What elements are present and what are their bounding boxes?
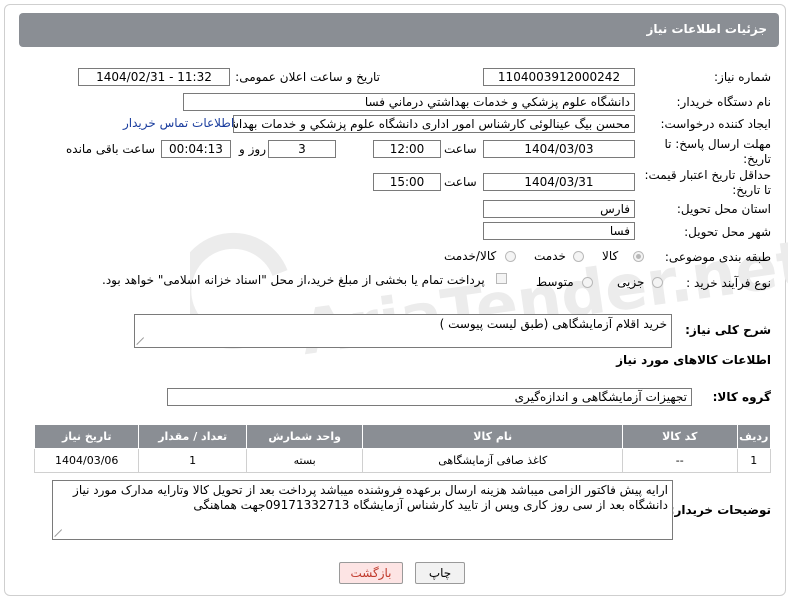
treasury-payment-checkbox[interactable] — [496, 273, 507, 284]
need-number-label: شماره نیاز: — [714, 70, 771, 84]
cell-date: 1404/03/06 — [33, 448, 140, 473]
treasury-payment-note: پرداخت تمام یا بخشی از مبلغ خرید،از محل … — [102, 273, 485, 287]
announce-label: تاریخ و ساعت اعلان عمومی: — [235, 70, 380, 84]
goods-table-header: ردیف کد کالا نام کالا واحد شمارش تعداد /… — [33, 424, 772, 449]
requester-field[interactable]: محسن بیگ عینالوئی کارشناس امور اداری دان… — [233, 115, 635, 133]
goods-table: ردیف کد کالا نام کالا واحد شمارش تعداد /… — [33, 424, 772, 473]
col-row-header: ردیف — [736, 424, 772, 449]
summary-text: خرید اقلام آزمایشگاهی (طبق لیست پیوست ) — [439, 317, 667, 331]
price-validity-label-line2: تا تاریخ: — [732, 183, 771, 197]
price-validity-label-line1: حداقل تاریخ اعتبار قیمت: — [644, 168, 771, 182]
page-title: جزئیات اطلاعات نیاز — [646, 22, 767, 36]
buyer-org-field[interactable]: دانشگاه علوم پزشکي و خدمات بهداشتي درمان… — [183, 93, 635, 111]
back-button[interactable]: بازگشت — [339, 562, 403, 584]
goods-group-label: گروه کالا: — [712, 390, 771, 404]
city-field[interactable]: فسا — [483, 222, 635, 240]
panel-header: جزئیات اطلاعات نیاز — [19, 13, 779, 47]
cell-code: -- — [622, 448, 738, 473]
deadline-time-field[interactable]: 12:00 — [373, 140, 441, 158]
col-qty-header: تعداد / مقدار — [138, 424, 247, 449]
deadline-date-field[interactable]: 1404/03/03 — [483, 140, 635, 158]
process-option-medium: متوسط — [536, 275, 574, 289]
deadline-label-line1: مهلت ارسال پاسخ: تا — [664, 137, 771, 151]
goods-section-title: اطلاعات کالاهای مورد نیاز — [616, 353, 771, 367]
deadline-time-label: ساعت — [444, 142, 477, 156]
resize-grip-icon[interactable] — [55, 530, 62, 537]
requester-label: ایجاد کننده درخواست: — [660, 117, 771, 131]
province-label: استان محل تحویل: — [676, 202, 771, 216]
time-remaining-label: ساعت باقی مانده — [66, 142, 156, 156]
city-label: شهر محل تحویل: — [684, 225, 771, 239]
announce-datetime-field[interactable]: 1404/02/31 - 11:32 — [78, 68, 230, 86]
process-radio-medium[interactable] — [582, 277, 593, 288]
goods-group-field[interactable]: تجهیزات آزمایشگاهی و اندازه‌گیری — [167, 388, 692, 406]
cell-row: 1 — [736, 448, 772, 473]
buyer-notes-textarea[interactable]: ارایه پیش فاکتور الزامی میباشد هزینه ارس… — [52, 480, 673, 540]
col-unit-header: واحد شمارش — [245, 424, 364, 449]
category-option-goods-service: کالا/خدمت — [444, 249, 497, 263]
summary-label: شرح کلی نیاز: — [685, 323, 771, 337]
validity-time-field[interactable]: 15:00 — [373, 173, 441, 191]
deadline-label-line2: تاریخ: — [743, 152, 771, 166]
buyer-notes-text: ارایه پیش فاکتور الزامی میباشد هزینه ارس… — [73, 483, 668, 512]
category-label: طبقه بندی موضوعی: — [664, 250, 771, 264]
category-radio-goods-service[interactable] — [505, 251, 516, 262]
validity-time-label: ساعت — [444, 175, 477, 189]
province-field[interactable]: فارس — [483, 200, 635, 218]
process-radio-minor[interactable] — [652, 277, 663, 288]
cell-name: کاغذ صافی آزمایشگاهی — [362, 448, 623, 473]
buyer-notes-label: توضیحات خریدار: — [669, 503, 771, 517]
process-label: نوع فرآیند خرید : — [686, 276, 771, 290]
category-option-service: خدمت — [534, 249, 566, 263]
summary-textarea[interactable]: خرید اقلام آزمایشگاهی (طبق لیست پیوست ) — [134, 314, 672, 348]
col-date-header: تاریخ نیاز — [33, 424, 140, 449]
col-name-header: نام کالا — [362, 424, 623, 449]
process-option-minor: جزیی — [617, 275, 645, 289]
print-button[interactable]: چاپ — [415, 562, 465, 584]
time-remaining-field[interactable]: 00:04:13 — [161, 140, 231, 158]
category-option-goods: کالا — [602, 249, 619, 263]
resize-grip-icon[interactable] — [137, 338, 144, 345]
days-and-label: روز و — [239, 142, 266, 156]
buyer-contact-link[interactable]: اطلاعات تماس خریدار — [123, 116, 234, 130]
table-row[interactable]: 1 -- کاغذ صافی آزمایشگاهی بسته 1 1404/03… — [33, 448, 772, 473]
buyer-org-label: نام دستگاه خریدار: — [676, 95, 772, 109]
col-code-header: کد کالا — [622, 424, 738, 449]
cell-qty: 1 — [138, 448, 247, 473]
category-radio-goods[interactable] — [633, 251, 644, 262]
validity-date-field[interactable]: 1404/03/31 — [483, 173, 635, 191]
days-remaining-field[interactable]: 3 — [268, 140, 336, 158]
category-radio-service[interactable] — [573, 251, 584, 262]
need-number-field[interactable]: 1104003912000242 — [483, 68, 635, 86]
cell-unit: بسته — [245, 448, 364, 473]
